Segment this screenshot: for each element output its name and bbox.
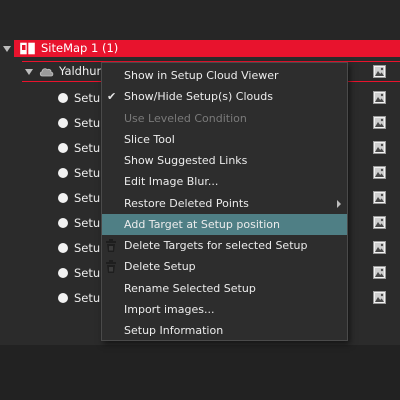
setup-dot-icon <box>58 118 68 128</box>
menu-item-label: Import images... <box>124 302 215 316</box>
menu-item-add-target-at-setup-position[interactable]: Add Target at Setup position <box>102 213 347 235</box>
image-icon[interactable] <box>373 141 386 154</box>
image-icon[interactable] <box>373 166 386 179</box>
menu-item-import-images[interactable]: Import images... <box>102 299 347 320</box>
menu-item-label: Delete Targets for selected Setup <box>124 239 308 252</box>
tree-row-sitemap[interactable]: SiteMap 1 (1) <box>0 40 400 57</box>
menu-item-label: Add Target at Setup position <box>124 217 280 231</box>
menu-item-edit-image-blur[interactable]: Edit Image Blur... <box>102 171 347 192</box>
menu-item-label: Show Suggested Links <box>124 154 248 167</box>
menu-item-slice-tool[interactable]: Slice Tool <box>102 129 347 150</box>
menu-item-label: Show/Hide Setup(s) Clouds <box>124 90 273 104</box>
menu-item-setup-information[interactable]: Setup Information <box>102 320 347 341</box>
image-icon[interactable] <box>373 91 386 104</box>
trash-icon <box>106 239 116 252</box>
menu-item-show-suggested-links[interactable]: Show Suggested Links <box>102 150 347 171</box>
menu-item-show-hide-setup-s-clouds[interactable]: ✔ Show/Hide Setup(s) Clouds <box>102 86 347 107</box>
menu-item-restore-deleted-points[interactable]: Restore Deleted Points <box>102 193 347 214</box>
menu-item-delete-targets-for-selected-setup[interactable]: Delete Targets for selected Setup <box>102 235 347 256</box>
expand-arrow-icon[interactable] <box>3 46 11 52</box>
submenu-arrow-icon <box>337 199 341 208</box>
cloud-icon <box>39 68 54 77</box>
setup-dot-icon <box>58 243 68 253</box>
setup-dot-icon <box>58 143 68 153</box>
checkmark-icon: ✔ <box>107 90 117 104</box>
image-icon[interactable] <box>373 291 386 304</box>
menu-item-label: Setup Information <box>124 324 224 337</box>
setup-dot-icon <box>58 193 68 203</box>
menu-item-delete-setup[interactable]: Delete Setup <box>102 256 347 277</box>
setup-dot-icon <box>58 268 68 278</box>
menu-item-use-leveled-condition: Use Leveled Condition <box>102 108 347 129</box>
setup-dot-icon <box>58 93 68 103</box>
context-menu: Show in Setup Cloud Viewer ✔ Show/Hide Set… <box>101 62 348 341</box>
image-icon[interactable] <box>373 216 386 229</box>
image-icon[interactable] <box>373 241 386 254</box>
image-icon[interactable] <box>373 266 386 279</box>
setup-dot-icon <box>58 218 68 228</box>
image-icon[interactable] <box>373 191 386 204</box>
bottom-panel-strip <box>0 345 400 400</box>
cloud-label: Yaldhur <box>59 64 102 78</box>
menu-item-label: Slice Tool <box>124 132 175 146</box>
menu-item-label: Delete Setup <box>124 260 196 274</box>
menu-item-rename-selected-setup[interactable]: Rename Selected Setup <box>102 278 347 299</box>
setup-dot-icon <box>58 168 68 178</box>
setup-dot-icon <box>58 293 68 303</box>
trash-icon <box>106 260 116 274</box>
image-icon[interactable] <box>373 116 386 129</box>
menu-item-label: Restore Deleted Points <box>124 196 249 210</box>
top-panel-strip <box>0 0 400 40</box>
menu-item-label: Edit Image Blur... <box>124 175 219 189</box>
image-icon[interactable] <box>373 65 386 78</box>
menu-item-label: Rename Selected Setup <box>124 281 256 295</box>
sitemap-book-icon <box>20 42 35 55</box>
menu-item-label: Use Leveled Condition <box>124 111 247 125</box>
sitemap-label: SiteMap 1 (1) <box>41 41 119 55</box>
menu-item-show-in-setup-cloud-viewer[interactable]: Show in Setup Cloud Viewer <box>102 65 347 86</box>
menu-item-label: Show in Setup Cloud Viewer <box>124 69 279 82</box>
expand-arrow-icon[interactable] <box>25 69 33 75</box>
